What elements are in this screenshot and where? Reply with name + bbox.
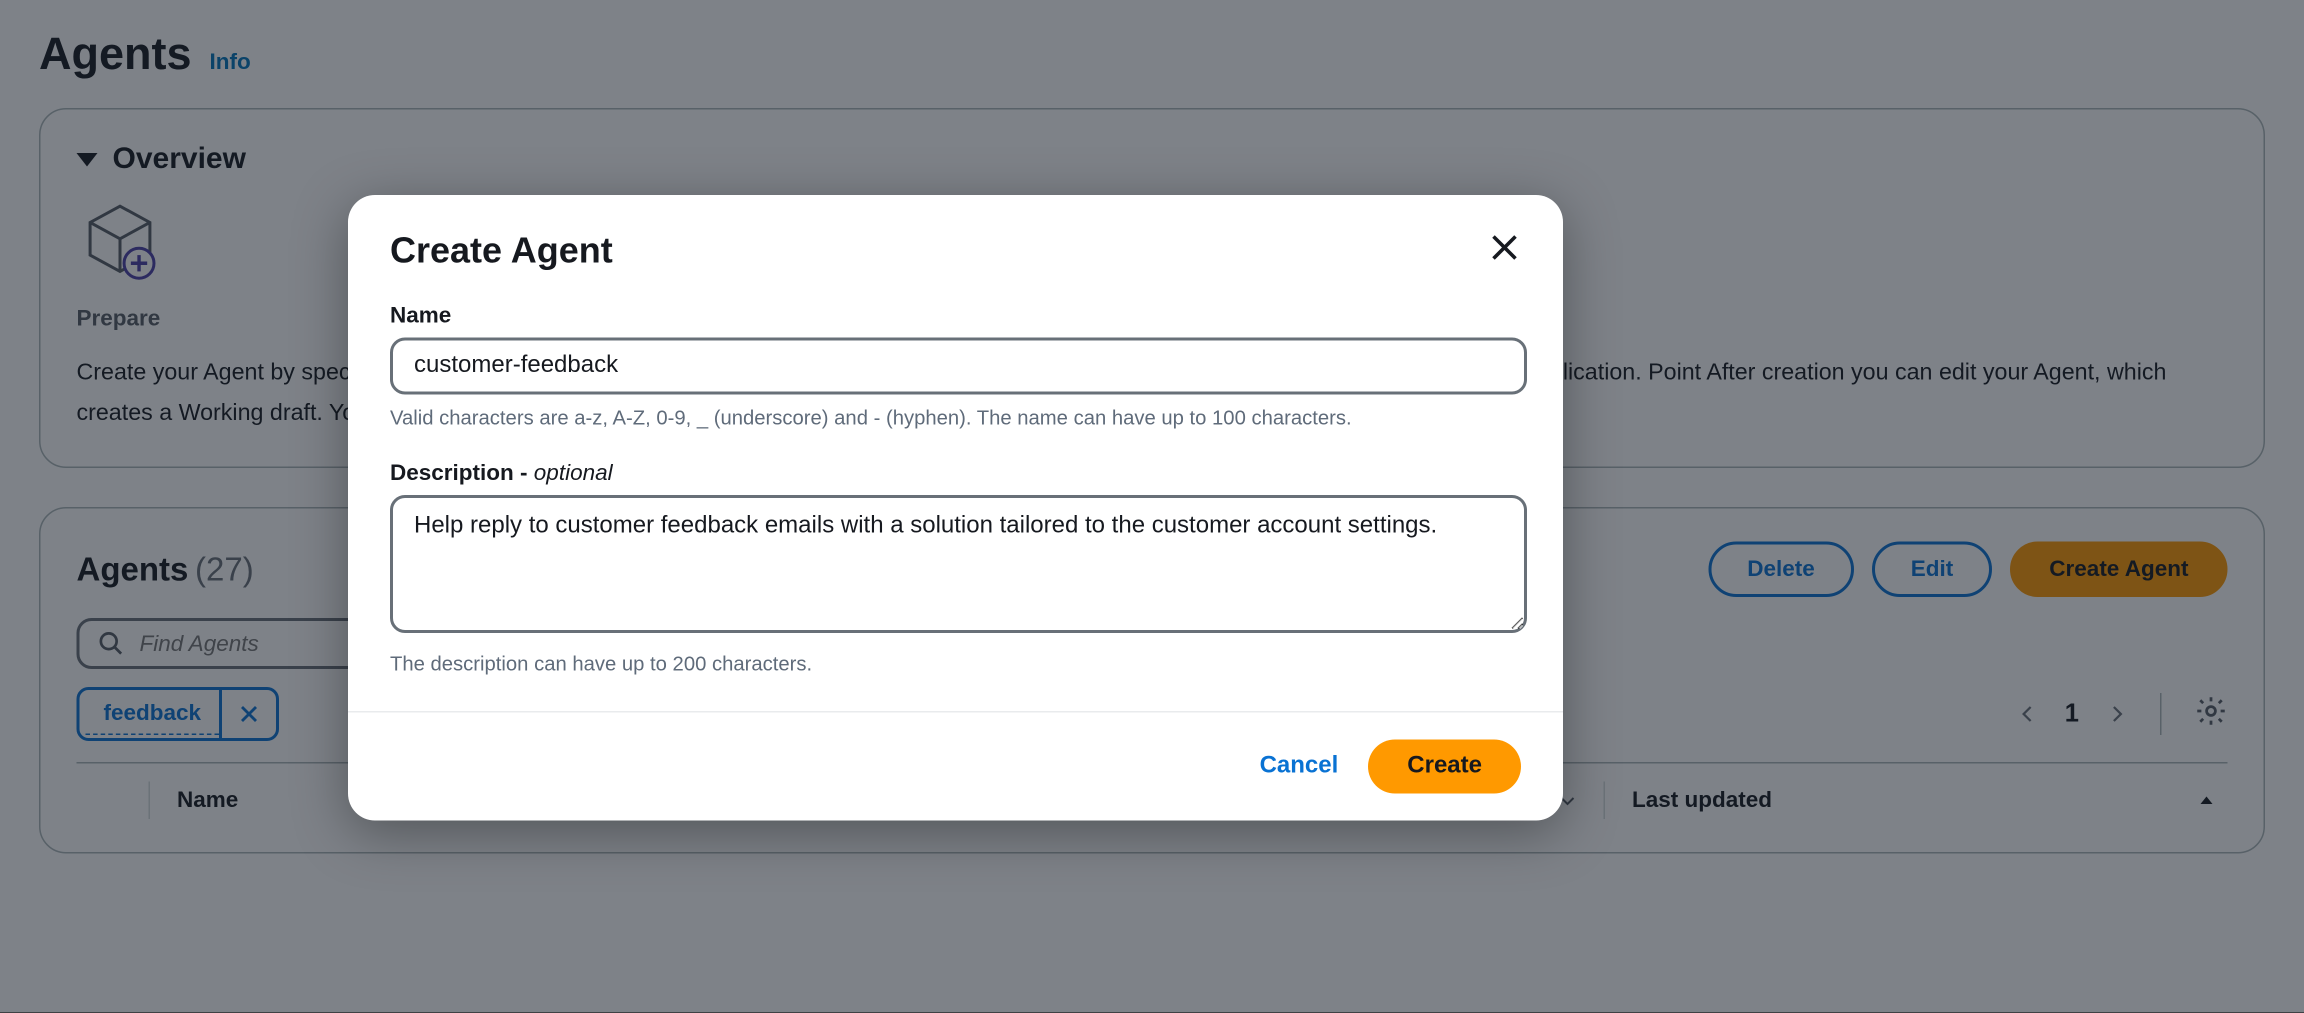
- optional-tag: optional: [534, 461, 613, 487]
- description-helper: The description can have up to 200 chara…: [390, 650, 1521, 680]
- modal-title: Create Agent: [390, 231, 613, 273]
- description-label: Description - optional: [390, 461, 1521, 487]
- name-helper: Valid characters are a-z, A-Z, 0-9, _ (u…: [390, 404, 1521, 434]
- cancel-button[interactable]: Cancel: [1260, 739, 1339, 793]
- close-icon[interactable]: [1488, 231, 1521, 272]
- description-label-text: Description -: [390, 461, 534, 487]
- name-label: Name: [390, 303, 1521, 329]
- agent-description-input[interactable]: [390, 495, 1527, 633]
- create-agent-modal: Create Agent Name Valid characters are a…: [348, 195, 1563, 820]
- create-button[interactable]: Create: [1368, 739, 1521, 793]
- agent-name-input[interactable]: [390, 338, 1527, 395]
